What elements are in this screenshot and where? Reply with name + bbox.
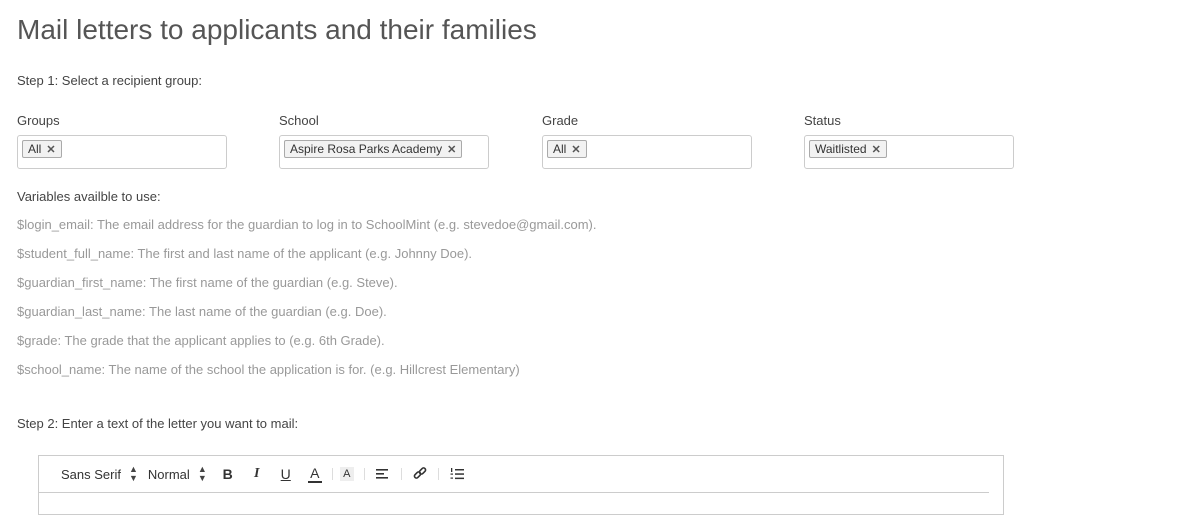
school-label: School xyxy=(279,113,319,128)
status-tag: Waitlisted ✕ xyxy=(809,140,887,158)
letter-editor: Sans Serif ▲ ▼ Normal ▲ ▼ B I U A A xyxy=(38,455,1004,515)
grade-filter: Grade All ✕ xyxy=(542,113,752,169)
toolbar-divider xyxy=(331,468,333,480)
variables-list: $login_email: The email address for the … xyxy=(17,217,596,391)
link-icon-svg xyxy=(413,467,427,479)
font-size-value: Normal xyxy=(147,466,190,482)
italic-button[interactable]: I xyxy=(246,463,268,485)
toolbar-divider xyxy=(437,468,439,480)
groups-label: Groups xyxy=(17,113,60,128)
font-family-select[interactable]: Sans Serif ▲ ▼ xyxy=(61,465,138,483)
toolbar-divider xyxy=(400,468,402,480)
status-label: Status xyxy=(804,113,841,128)
status-tag-remove-icon[interactable]: ✕ xyxy=(872,143,881,156)
variable-item: $guardian_first_name: The first name of … xyxy=(17,275,398,290)
editor-toolbar: Sans Serif ▲ ▼ Normal ▲ ▼ B I U A A xyxy=(39,456,989,493)
font-family-value: Sans Serif xyxy=(61,466,121,482)
status-tag-text: Waitlisted xyxy=(815,142,867,156)
align-icon-svg xyxy=(375,469,388,479)
status-select[interactable]: Waitlisted ✕ xyxy=(804,135,1014,169)
ordered-list-icon[interactable] xyxy=(446,463,468,485)
groups-filter: Groups All ✕ xyxy=(17,113,227,169)
variable-item: $grade: The grade that the applicant app… xyxy=(17,333,385,348)
groups-tag: All ✕ xyxy=(22,140,62,158)
grade-tag-remove-icon[interactable]: ✕ xyxy=(571,143,580,156)
variable-item: $login_email: The email address for the … xyxy=(17,217,597,232)
underline-button[interactable]: U xyxy=(275,463,297,485)
school-filter: School Aspire Rosa Parks Academy ✕ xyxy=(279,113,489,169)
text-color-button[interactable]: A xyxy=(307,465,322,483)
groups-tag-remove-icon[interactable]: ✕ xyxy=(46,143,55,156)
school-tag: Aspire Rosa Parks Academy ✕ xyxy=(284,140,463,158)
school-select[interactable]: Aspire Rosa Parks Academy ✕ xyxy=(279,135,489,169)
bold-button[interactable]: B xyxy=(217,463,239,485)
step1-label: Step 1: Select a recipient group: xyxy=(17,73,203,88)
variable-item: $school_name: The name of the school the… xyxy=(17,362,520,377)
status-filter: Status Waitlisted ✕ xyxy=(804,113,1014,169)
step2-label: Step 2: Enter a text of the letter you w… xyxy=(17,416,299,431)
background-color-button[interactable]: A xyxy=(339,467,354,481)
groups-tag-text: All xyxy=(28,142,42,156)
variables-title: Variables availble to use: xyxy=(17,189,161,204)
grade-label: Grade xyxy=(542,113,579,128)
toolbar-divider xyxy=(363,468,365,480)
grade-tag-text: All xyxy=(553,142,567,156)
grade-select[interactable]: All ✕ xyxy=(542,135,752,169)
chevron-updown-icon: ▲ ▼ xyxy=(197,464,207,483)
page-title: Mail letters to applicants and their fam… xyxy=(17,14,537,45)
groups-select[interactable]: All ✕ xyxy=(17,135,227,169)
school-tag-text: Aspire Rosa Parks Academy xyxy=(290,142,443,156)
chevron-updown-icon: ▲ ▼ xyxy=(128,464,138,483)
variable-item: $student_full_name: The first and last n… xyxy=(17,246,473,261)
ordered-list-icon-svg xyxy=(450,468,464,480)
school-tag-remove-icon[interactable]: ✕ xyxy=(447,143,456,156)
align-icon[interactable] xyxy=(372,463,394,485)
font-size-select[interactable]: Normal ▲ ▼ xyxy=(148,465,207,483)
link-icon[interactable] xyxy=(409,463,431,485)
grade-tag: All ✕ xyxy=(547,140,587,158)
variable-item: $guardian_last_name: The last name of th… xyxy=(17,304,387,319)
